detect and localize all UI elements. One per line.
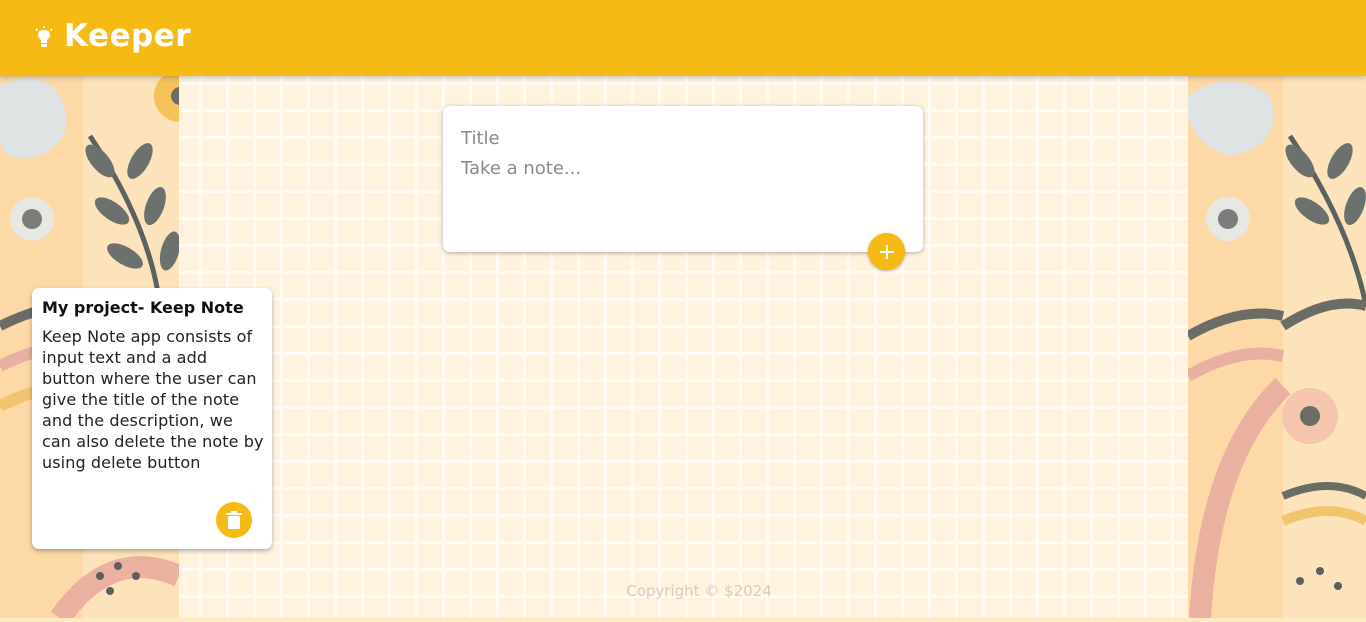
note-content: Keep Note app consists of input text and… [42, 327, 264, 472]
trash-icon [226, 511, 242, 529]
note-content-input[interactable] [461, 158, 901, 218]
add-note-button[interactable] [868, 233, 905, 270]
note-title: My project- Keep Note [42, 298, 244, 317]
note-card: My project- Keep Note Keep Note app cons… [32, 288, 272, 549]
app-title: Keeper [64, 18, 192, 54]
lightbulb-icon [35, 26, 53, 47]
create-note-form [443, 106, 923, 252]
add-icon [879, 244, 894, 259]
app-header: Keeper [0, 0, 1366, 76]
note-title-input[interactable] [461, 126, 901, 150]
delete-note-button[interactable] [216, 502, 252, 538]
copyright-text: Copyright © $2024 [626, 582, 772, 600]
footer: Copyright © $2024 [0, 582, 1366, 600]
